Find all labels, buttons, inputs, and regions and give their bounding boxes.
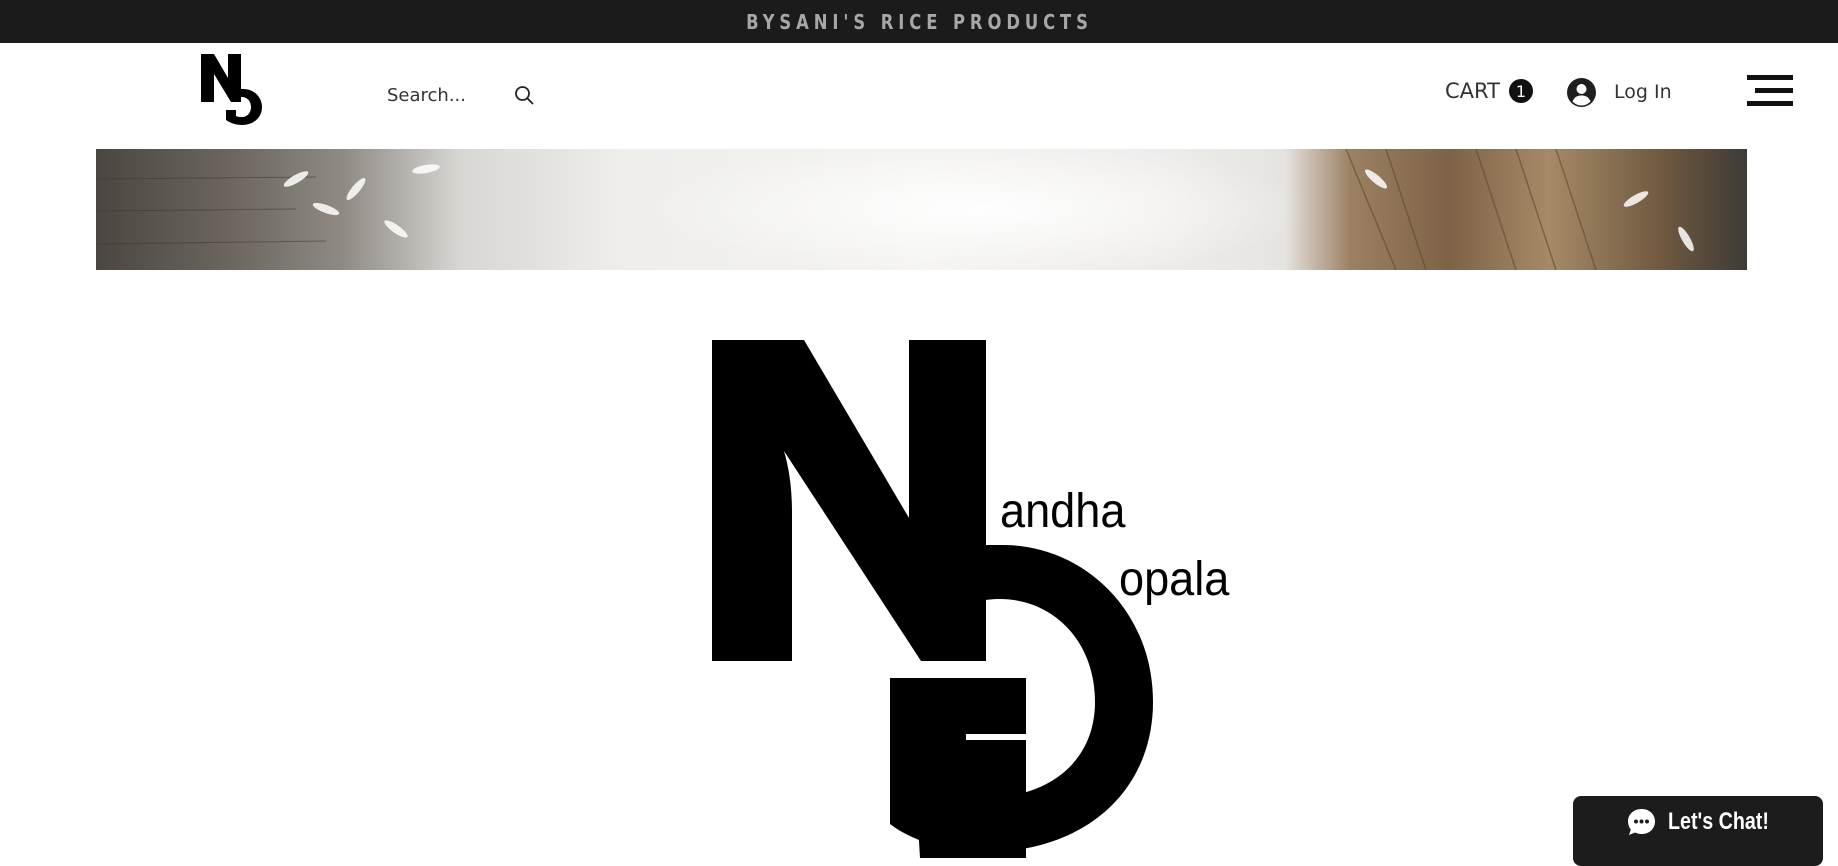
user-avatar-icon xyxy=(1567,77,1596,107)
banner-image xyxy=(96,149,1747,270)
announcement-bar: BYSANI'S RICE PRODUCTS xyxy=(0,0,1838,43)
chat-label: Let's Chat! xyxy=(1668,808,1769,835)
cart-count-badge: 1 xyxy=(1508,79,1533,103)
login-label: Log In xyxy=(1614,81,1672,103)
cart-button[interactable]: CART 1 xyxy=(1445,76,1533,106)
brand-name-line2: opala xyxy=(1119,553,1230,606)
search-icon[interactable] xyxy=(513,84,535,106)
hamburger-menu-icon[interactable] xyxy=(1747,75,1793,106)
cart-label: CART xyxy=(1445,79,1500,103)
search-bar xyxy=(387,80,535,110)
ng-logo-icon xyxy=(201,54,262,125)
chat-widget-button[interactable]: Let's Chat! xyxy=(1573,796,1823,866)
login-button[interactable]: Log In xyxy=(1567,76,1672,108)
announcement-text: BYSANI'S RICE PRODUCTS xyxy=(745,9,1093,34)
brand-name-line1: andha xyxy=(1000,485,1126,538)
chat-bubble-icon xyxy=(1628,808,1655,835)
search-input[interactable] xyxy=(387,84,497,106)
header-logo[interactable] xyxy=(198,52,264,126)
